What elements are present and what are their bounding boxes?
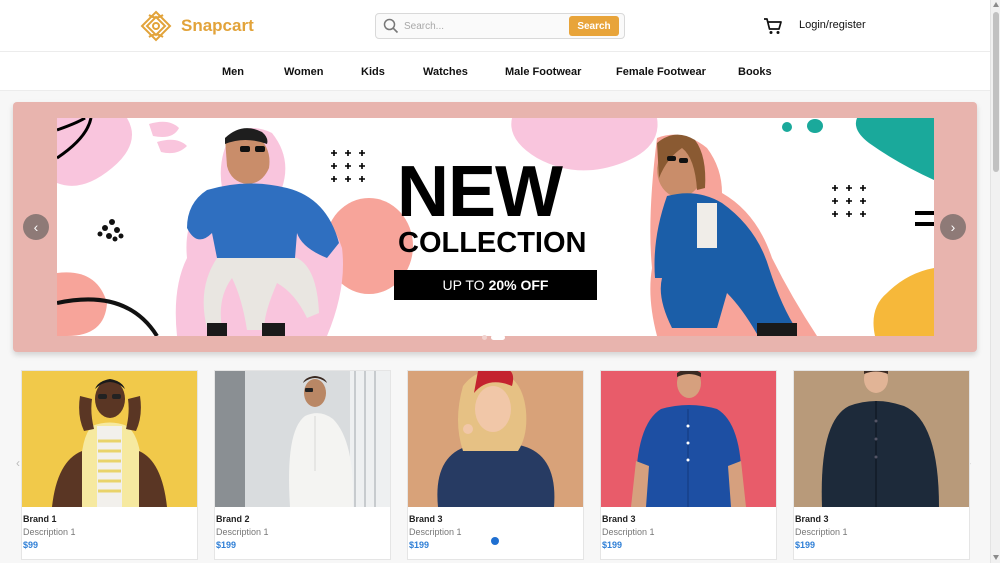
carousel-prev-button[interactable]: ‹ bbox=[23, 214, 49, 240]
carousel-next-button[interactable]: › bbox=[940, 214, 966, 240]
nav-item-kids[interactable]: Kids bbox=[361, 66, 385, 78]
product-brand: Brand 1 bbox=[23, 514, 57, 524]
hero-banner[interactable]: NEW COLLECTION UP TO 20% OFF bbox=[57, 118, 934, 336]
floating-indicator bbox=[491, 537, 499, 545]
product-image[interactable] bbox=[794, 371, 969, 507]
carousel-dot-1[interactable] bbox=[482, 335, 487, 340]
product-description: Description 1 bbox=[795, 527, 848, 537]
carousel-indicators bbox=[482, 335, 505, 340]
product-brand: Brand 3 bbox=[602, 514, 636, 524]
nav-item-male-footwear[interactable]: Male Footwear bbox=[505, 66, 581, 78]
category-nav: Men Women Kids Watches Male Footwear Fem… bbox=[0, 52, 990, 91]
nav-item-men[interactable]: Men bbox=[222, 66, 244, 78]
product-card-3[interactable]: Brand 3 Description 1 $199 bbox=[407, 370, 584, 560]
hero-headline: NEW bbox=[397, 152, 563, 232]
search-button[interactable]: Search bbox=[569, 16, 619, 36]
product-card-4[interactable]: Brand 3 Description 1 $199 bbox=[600, 370, 777, 560]
chevron-left-icon: ‹ bbox=[33, 219, 39, 235]
search-bar: Search bbox=[375, 13, 625, 39]
product-price: $199 bbox=[216, 540, 237, 550]
nav-item-women[interactable]: Women bbox=[284, 66, 324, 78]
product-brand: Brand 3 bbox=[409, 514, 443, 524]
product-description: Description 1 bbox=[23, 527, 76, 537]
product-price: $199 bbox=[795, 540, 816, 550]
product-description: Description 1 bbox=[216, 527, 269, 537]
hero-offer-badge: UP TO 20% OFF bbox=[394, 270, 597, 300]
product-card-1[interactable]: Brand 1 Description 1 $99 bbox=[21, 370, 198, 560]
scroll-down-icon[interactable] bbox=[993, 555, 999, 560]
page: Snapcart Search Login/register Men Women… bbox=[0, 0, 990, 563]
product-price: $199 bbox=[409, 540, 430, 550]
product-price: $99 bbox=[23, 540, 39, 550]
logo-icon bbox=[140, 10, 172, 42]
carousel-dot-2[interactable] bbox=[491, 335, 505, 340]
product-image[interactable] bbox=[601, 371, 776, 507]
product-price: $199 bbox=[602, 540, 623, 550]
product-brand: Brand 2 bbox=[216, 514, 250, 524]
search-icon bbox=[383, 18, 399, 34]
scroll-up-icon[interactable] bbox=[993, 2, 999, 7]
offer-value: 20% OFF bbox=[488, 277, 549, 293]
hero-subheadline: COLLECTION bbox=[398, 227, 587, 259]
scrollbar-thumb[interactable] bbox=[993, 12, 999, 172]
product-image[interactable] bbox=[22, 371, 197, 507]
cart-icon[interactable] bbox=[763, 16, 783, 36]
product-image[interactable] bbox=[408, 371, 583, 507]
product-card-5[interactable]: Brand 3 Description 1 $199 bbox=[793, 370, 970, 560]
product-carousel: ‹ › Brand 1 Description 1 $99 bbox=[0, 370, 990, 563]
hero-carousel: NEW COLLECTION UP TO 20% OFF ‹ › bbox=[13, 102, 977, 352]
product-card-2[interactable]: Brand 2 Description 1 $199 bbox=[214, 370, 391, 560]
nav-item-watches[interactable]: Watches bbox=[423, 66, 468, 78]
login-register-link[interactable]: Login/register bbox=[799, 19, 866, 31]
nav-item-books[interactable]: Books bbox=[738, 66, 772, 78]
top-header: Snapcart Search Login/register bbox=[0, 0, 990, 52]
brand-logo[interactable]: Snapcart bbox=[139, 9, 254, 43]
chevron-right-icon: › bbox=[950, 219, 956, 235]
offer-prefix: UP TO bbox=[442, 277, 485, 293]
product-description: Description 1 bbox=[409, 527, 462, 537]
product-image[interactable] bbox=[215, 371, 390, 507]
nav-item-female-footwear[interactable]: Female Footwear bbox=[616, 66, 706, 78]
product-brand: Brand 3 bbox=[795, 514, 829, 524]
product-description: Description 1 bbox=[602, 527, 655, 537]
search-input[interactable] bbox=[404, 20, 564, 32]
brand-name: Snapcart bbox=[181, 16, 254, 35]
page-scrollbar[interactable] bbox=[990, 0, 1000, 563]
products-prev-icon[interactable]: ‹ bbox=[16, 456, 20, 470]
